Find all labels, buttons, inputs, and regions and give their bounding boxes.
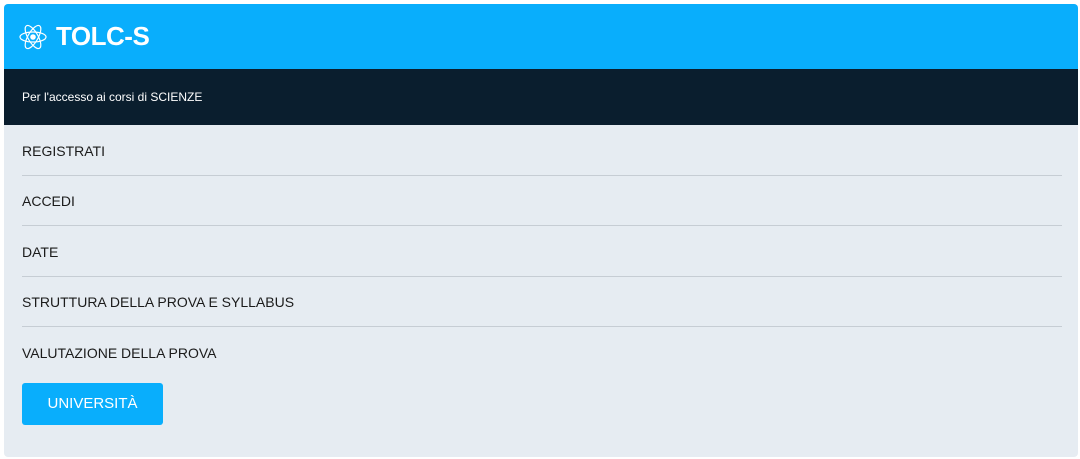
menu-item-struttura-syllabus[interactable]: STRUTTURA DELLA PROVA E SYLLABUS xyxy=(22,277,1062,327)
subtitle-text: Per l'accesso ai corsi di SCIENZE xyxy=(22,90,203,104)
atom-icon xyxy=(18,22,48,52)
page-title: TOLC-S xyxy=(56,21,150,51)
header-bar: TOLC-S xyxy=(4,4,1078,69)
menu-item-accedi[interactable]: ACCEDI xyxy=(22,176,1062,226)
tolc-s-card: TOLC-S Per l'accesso ai corsi di SCIENZE… xyxy=(4,4,1078,457)
menu-item-date[interactable]: DATE xyxy=(22,226,1062,277)
button-wrapper: UNIVERSITÀ xyxy=(4,382,1078,425)
menu-item-registrati[interactable]: REGISTRATI xyxy=(22,125,1062,176)
menu-list: REGISTRATI ACCEDI DATE STRUTTURA DELLA P… xyxy=(4,125,1078,378)
menu-item-valutazione[interactable]: VALUTAZIONE DELLA PROVA xyxy=(22,327,1062,378)
subheader-bar: Per l'accesso ai corsi di SCIENZE xyxy=(4,69,1078,125)
universita-button[interactable]: UNIVERSITÀ xyxy=(22,382,163,425)
